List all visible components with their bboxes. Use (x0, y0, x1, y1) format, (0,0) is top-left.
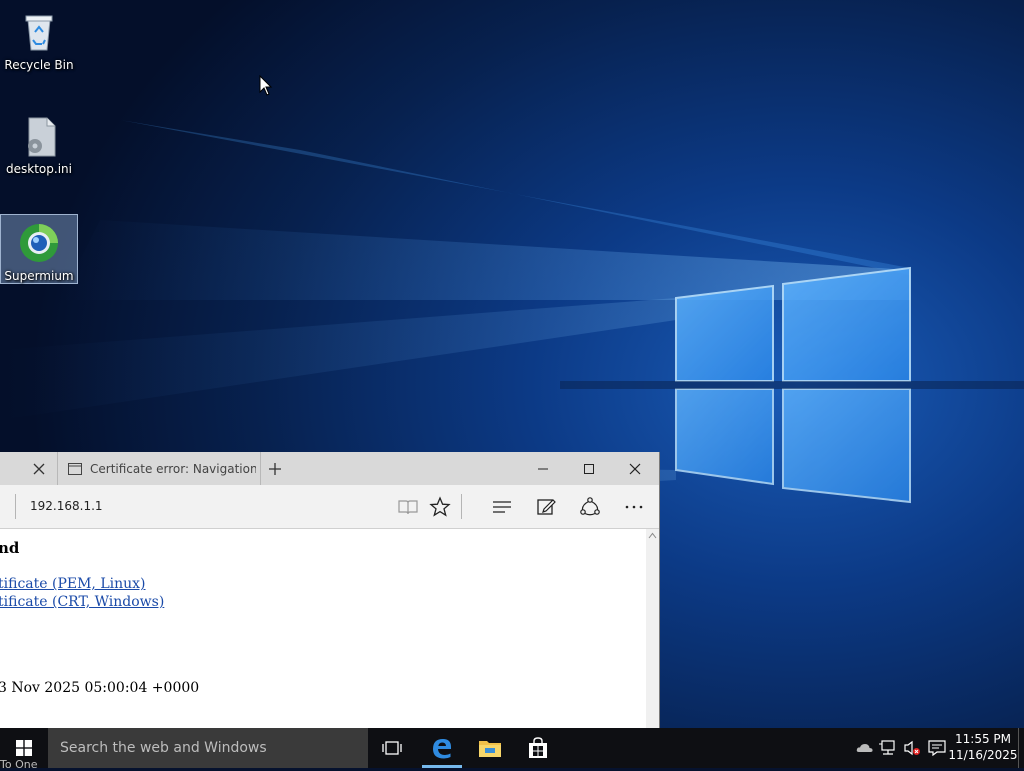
tooltip-fragment: To One (0, 758, 38, 771)
network-icon[interactable] (879, 740, 897, 756)
desktop-icon-label: Recycle Bin (4, 58, 74, 72)
web-note-icon[interactable] (535, 496, 557, 518)
clock-date: 11/16/2025 (948, 748, 1018, 762)
address-separator (15, 494, 16, 519)
vertical-scrollbar[interactable] (646, 529, 659, 728)
action-center-icon[interactable] (928, 740, 946, 756)
page-heading: nd (0, 539, 20, 557)
taskbar-file-explorer-button[interactable] (468, 728, 512, 768)
browser-window: Certificate error: Navigation l 192.168.… (0, 452, 660, 728)
volume-muted-icon[interactable] (903, 740, 921, 756)
desktop-icon-desktop-ini[interactable]: desktop.ini (0, 108, 78, 178)
task-view-button[interactable] (370, 728, 414, 768)
scroll-up-arrow-icon[interactable] (648, 532, 657, 539)
system-clock[interactable]: 11:55 PM 11/16/2025 (948, 731, 1018, 763)
recycle-bin-icon (25, 15, 53, 51)
mouse-pointer-icon (259, 75, 273, 96)
share-icon[interactable] (579, 496, 601, 518)
tab-title: Certificate error: Navigation l (90, 461, 256, 476)
search-input[interactable]: Search the web and Windows (48, 728, 368, 768)
minimize-icon (538, 468, 548, 469)
address-bar: 192.168.1.1 (0, 485, 659, 529)
taskbar: Search the web and Windows 11:55 PM 11/1… (0, 728, 1024, 768)
search-placeholder: Search the web and Windows (60, 740, 267, 756)
certificate-date: 3 Nov 2025 05:00:04 +0000 (0, 680, 200, 696)
folder-icon (479, 741, 501, 757)
certificate-crt-link[interactable]: tificate (CRT, Windows) (0, 594, 164, 610)
certificate-pem-link[interactable]: tificate (PEM, Linux) (0, 576, 146, 592)
settings-file-icon (28, 117, 56, 157)
desktop-icon-label: Supermium (4, 269, 74, 283)
desktop-icon-supermium[interactable]: Supermium (0, 214, 78, 284)
store-bag-icon (529, 737, 547, 758)
more-options-icon[interactable] (623, 496, 645, 518)
desktop-icon-recycle-bin[interactable]: Recycle Bin (0, 4, 78, 74)
tab-bar: Certificate error: Navigation l (0, 452, 659, 485)
onedrive-cloud-icon[interactable] (856, 740, 874, 756)
taskbar-store-button[interactable] (516, 728, 560, 768)
close-tab-icon[interactable] (30, 460, 48, 478)
toolbar-separator (461, 494, 462, 519)
minimize-button[interactable] (520, 452, 566, 485)
clock-time: 11:55 PM (955, 732, 1011, 746)
hub-icon[interactable] (491, 496, 513, 518)
reading-view-icon[interactable] (397, 496, 419, 518)
task-view-icon (382, 741, 402, 755)
close-window-button[interactable] (612, 452, 658, 485)
show-desktop-divider[interactable] (1018, 728, 1019, 768)
desktop-icon-label: desktop.ini (6, 162, 72, 176)
favorite-star-icon[interactable] (429, 496, 451, 518)
maximize-icon (584, 463, 594, 474)
page-icon (68, 462, 82, 475)
maximize-button[interactable] (566, 452, 612, 485)
taskbar-edge-button[interactable] (420, 728, 464, 768)
tab-certificate-error[interactable]: Certificate error: Navigation l (57, 452, 261, 485)
page-content: nd tificate (PEM, Linux) tificate (CRT, … (0, 529, 646, 728)
close-icon (629, 463, 641, 474)
new-tab-plus-icon[interactable] (266, 460, 284, 478)
supermium-browser-icon (20, 224, 58, 262)
address-input[interactable]: 192.168.1.1 (30, 499, 103, 513)
windows-logo-icon (16, 740, 32, 756)
edge-browser-icon (433, 739, 451, 759)
